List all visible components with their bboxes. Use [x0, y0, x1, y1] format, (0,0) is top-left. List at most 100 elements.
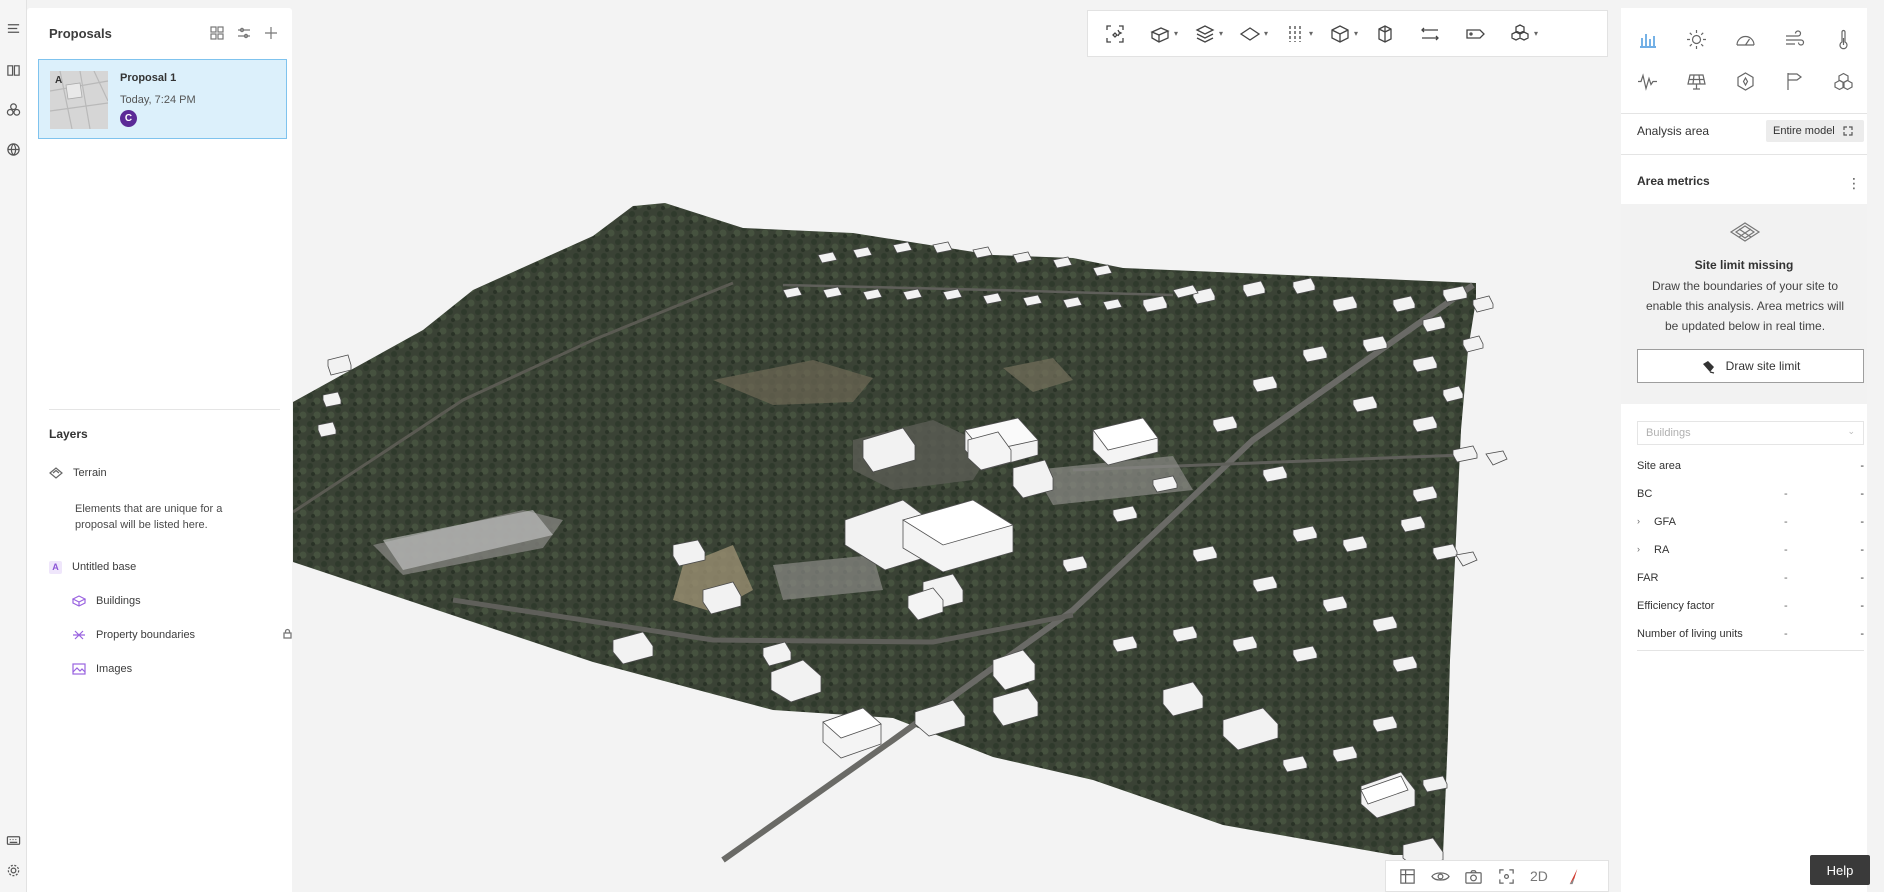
proposal-thumbnail: A [50, 71, 108, 129]
chevron-right-icon[interactable]: › [1637, 516, 1640, 526]
analysis-area-value: Entire model [1773, 125, 1835, 137]
menu-icon[interactable] [5, 20, 21, 36]
grid-view-icon[interactable] [209, 25, 224, 40]
analysis-area-select[interactable]: Entire model [1766, 120, 1864, 142]
sun-icon[interactable] [1685, 28, 1707, 50]
metric-value-1: - [1784, 572, 1788, 584]
metric-type-placeholder: Buildings [1646, 427, 1691, 439]
object-tool-icon[interactable] [1374, 19, 1419, 49]
metric-label: Efficiency factor [1637, 600, 1715, 612]
layer-base[interactable]: A Untitled base [49, 558, 280, 576]
divider [49, 409, 280, 410]
flag-icon[interactable] [1783, 70, 1805, 92]
metric-label: GFA [1654, 516, 1677, 528]
noise-icon[interactable] [1636, 70, 1658, 92]
stacked-floors-icon[interactable]: ▾ [1194, 19, 1239, 49]
metric-row: Efficiency factor - - [1637, 600, 1864, 616]
metric-label: BC [1637, 488, 1653, 500]
metric-label: RA [1654, 544, 1670, 556]
analysis-area-label: Analysis area [1637, 124, 1710, 138]
metric-label: Site area [1637, 460, 1682, 472]
site-limit-missing-text: Draw the boundaries of your site to enab… [1645, 279, 1845, 333]
box-tool-icon[interactable]: ▾ [1329, 19, 1374, 49]
compass-icon[interactable] [1564, 867, 1583, 886]
book-icon[interactable] [5, 62, 21, 78]
building-tool-icon[interactable]: ▾ [1149, 19, 1194, 49]
metric-row: Number of living units - - [1637, 628, 1864, 644]
thumbnail-letter: A [55, 75, 63, 86]
metric-value-1: - [1784, 488, 1788, 500]
zoom-fit-icon[interactable] [1497, 867, 1516, 886]
settings-icon[interactable] [5, 862, 21, 878]
add-proposal-icon[interactable] [263, 25, 278, 40]
globe-icon[interactable] [5, 141, 21, 157]
eye-icon[interactable] [1431, 867, 1450, 886]
proposals-panel: Proposals A Proposal 1 Today, 7:24 PM C … [27, 8, 292, 892]
metric-value-2: - [1860, 460, 1864, 472]
layer-property-boundaries-label: Property boundaries [96, 629, 196, 641]
magic-draw-icon[interactable] [1104, 19, 1149, 49]
area-metrics-title: Area metrics [1637, 174, 1710, 188]
metric-value-2: - [1860, 572, 1864, 584]
left-rail [0, 0, 27, 892]
avatar: C [120, 110, 137, 127]
layer-terrain-label: Terrain [73, 467, 107, 479]
draw-site-limit-label: Draw site limit [1725, 359, 1801, 373]
proposal-date: Today, 7:24 PM [120, 94, 196, 106]
layer-base-label: Untitled base [72, 561, 137, 573]
site-limit-missing-panel: Site limit missing Draw the boundaries o… [1621, 204, 1867, 404]
base-letter-badge: A [49, 560, 62, 574]
proposal-card[interactable]: A Proposal 1 Today, 7:24 PM C [38, 59, 287, 139]
terrain-model[interactable] [293, 0, 1620, 892]
components-icon[interactable]: ▾ [1509, 19, 1554, 49]
separator [1637, 650, 1864, 651]
solar-panel-icon[interactable] [1685, 70, 1707, 92]
section-view-icon[interactable] [1398, 867, 1417, 886]
images-layer-icon [72, 663, 86, 675]
metric-row-expandable[interactable]: › RA - - [1637, 544, 1864, 560]
3d-viewport[interactable] [293, 0, 1620, 892]
more-options-icon[interactable]: ⋮ [1847, 175, 1861, 192]
layer-buildings[interactable]: Buildings [72, 592, 141, 610]
daylight-icon[interactable] [1734, 28, 1756, 50]
expand-icon [1843, 126, 1853, 136]
keyboard-icon[interactable] [5, 832, 21, 848]
help-button[interactable]: Help [1810, 855, 1870, 885]
layer-images[interactable]: Images [72, 660, 132, 678]
layer-terrain[interactable]: Terrain [49, 464, 107, 482]
layers-note: Elements that are unique for a proposal … [75, 503, 223, 531]
filter-icon[interactable] [236, 25, 251, 40]
draw-site-limit-button[interactable]: Draw site limit [1637, 349, 1864, 383]
metric-value-1: - [1784, 600, 1788, 612]
area-tool-icon[interactable]: ▾ [1239, 19, 1284, 49]
pen-tool-icon [1702, 360, 1714, 374]
metric-value-2: - [1860, 488, 1864, 500]
metric-row-expandable[interactable]: › GFA - - [1637, 516, 1864, 532]
label-icon[interactable] [1464, 19, 1509, 49]
cluster-icon[interactable] [5, 101, 21, 117]
metric-value-1: - [1784, 628, 1788, 640]
chart-icon[interactable] [1636, 28, 1658, 50]
analysis-panel: Analysis area Entire model Area metrics … [1621, 8, 1867, 892]
metric-value-2: - [1860, 600, 1864, 612]
metric-value-2: - [1860, 628, 1864, 640]
divider-tool-icon[interactable]: ▾ [1284, 19, 1329, 49]
layer-property-boundaries[interactable]: Property boundaries [72, 626, 292, 644]
view-2d-button[interactable]: 2D [1530, 868, 1550, 884]
metric-type-select[interactable]: Buildings ⌄ [1637, 421, 1864, 445]
wind-icon[interactable] [1783, 28, 1805, 50]
camera-icon[interactable] [1464, 867, 1483, 886]
metric-value-2: - [1860, 544, 1864, 556]
measure-icon[interactable] [1419, 19, 1464, 49]
thermometer-icon[interactable] [1832, 28, 1854, 50]
stack-icon[interactable] [1832, 70, 1854, 92]
metric-value-1: - [1784, 544, 1788, 556]
metric-value-1: - [1784, 516, 1788, 528]
top-toolbar: ▾ ▾ ▾ ▾ ▾ ▾ [1087, 10, 1608, 57]
metric-row: FAR - - [1637, 572, 1864, 588]
hexagon-icon[interactable] [1734, 70, 1756, 92]
metric-row: Site area - [1637, 460, 1864, 476]
chevron-right-icon[interactable]: › [1637, 544, 1640, 554]
site-outline-icon [1729, 221, 1761, 246]
metric-value-2: - [1860, 516, 1864, 528]
